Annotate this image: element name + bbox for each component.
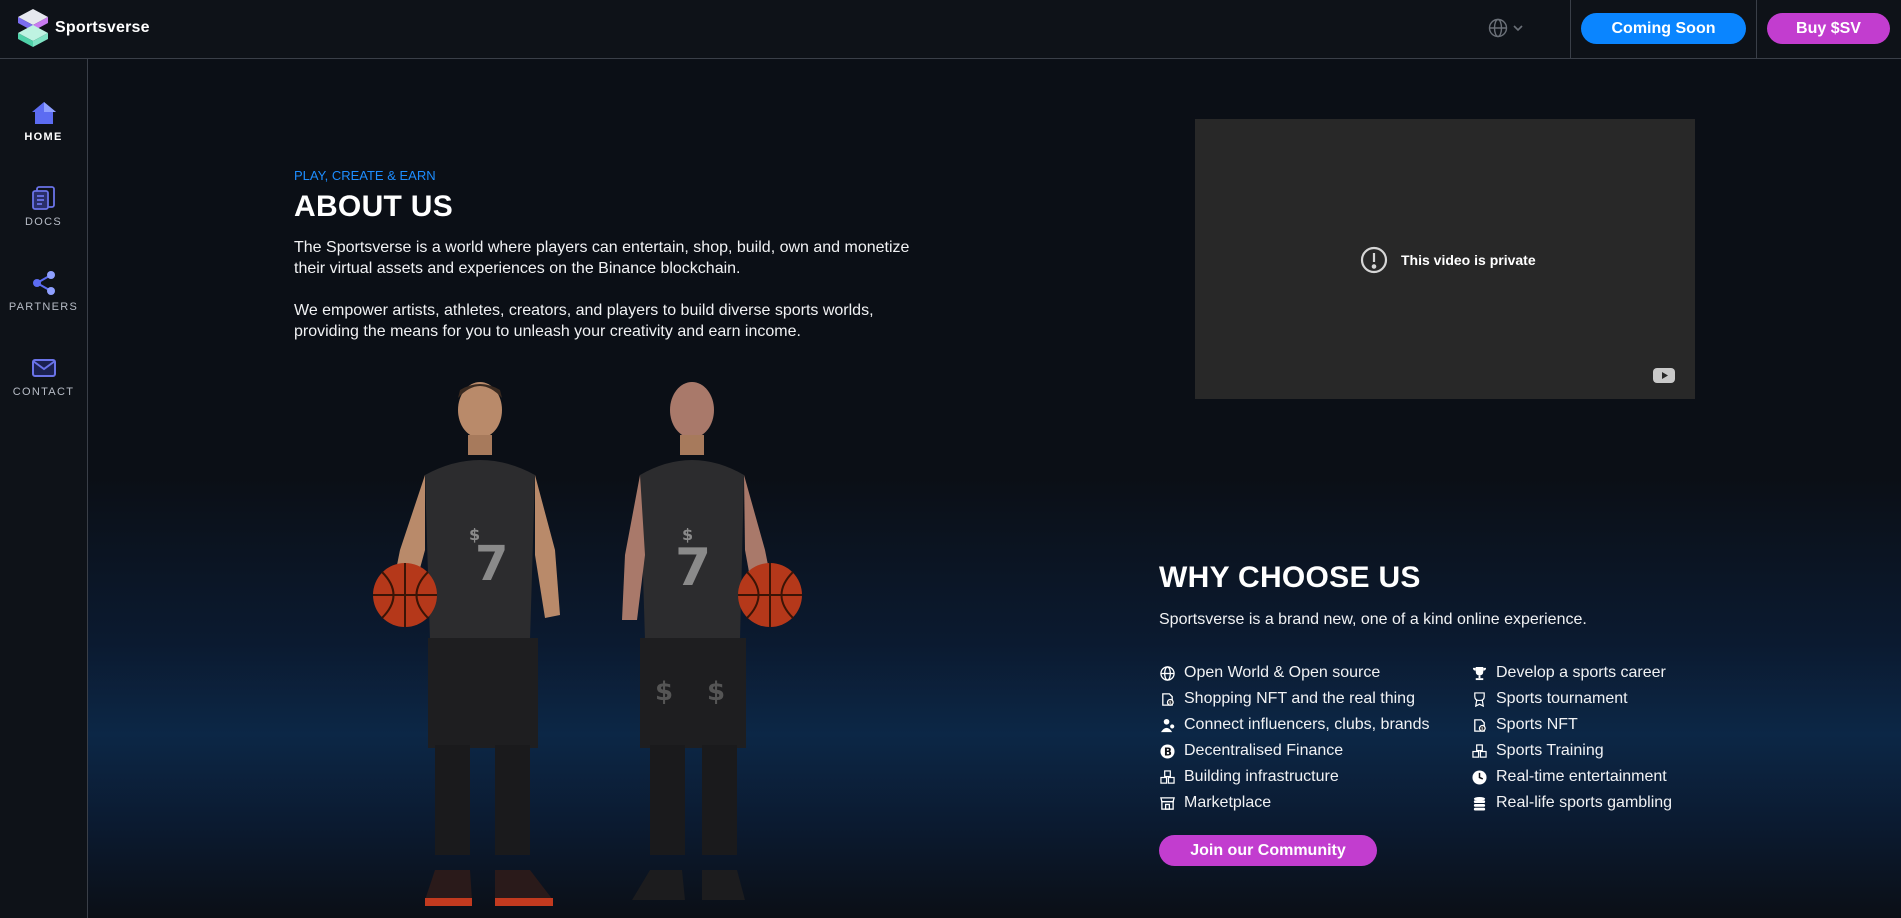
globe-icon <box>1159 665 1175 681</box>
chevron-down-icon <box>1513 25 1523 32</box>
buy-sv-button[interactable]: Buy $SV <box>1767 13 1890 44</box>
feature-item: Open World & Open source <box>1159 660 1459 686</box>
feature-label: Real-time entertainment <box>1496 768 1667 785</box>
nft-icon: $ <box>1471 717 1487 733</box>
feature-item: $ Sports NFT <box>1471 712 1771 738</box>
header-divider <box>1756 0 1757 59</box>
features-right-list: Develop a sports career Sports tournamen… <box>1471 660 1771 816</box>
top-header: Sportsverse Coming Soon Buy $SV <box>0 0 1901 59</box>
trophy-icon <box>1471 665 1487 681</box>
sidebar-item-partners[interactable]: PARTNERS <box>0 269 87 329</box>
alert-icon <box>1360 246 1388 274</box>
sidebar-nav: HOME DOCS PARTNERS CONTACT <box>0 59 88 918</box>
sidebar-item-label: CONTACT <box>12 386 75 398</box>
svg-text:7: 7 <box>675 538 711 598</box>
player-front-image: 7 $ <box>373 382 560 906</box>
feature-label: Decentralised Finance <box>1184 742 1344 759</box>
coins-icon <box>1471 795 1487 811</box>
logo-icon <box>18 9 48 47</box>
sidebar-item-label: DOCS <box>25 216 62 228</box>
feature-item: Sports tournament <box>1471 686 1771 712</box>
svg-text:$: $ <box>682 525 693 544</box>
svg-text:$: $ <box>707 677 725 707</box>
coming-soon-button[interactable]: Coming Soon <box>1581 13 1746 44</box>
features-left-list: Open World & Open source $ Shopping NFT … <box>1159 660 1459 816</box>
mail-icon <box>31 354 57 382</box>
brand-name: Sportsverse <box>55 19 150 36</box>
svg-text:B: B <box>1164 746 1172 758</box>
feature-item: Connect influencers, clubs, brands <box>1159 712 1459 738</box>
feature-item: Real-life sports gambling <box>1471 790 1771 816</box>
docs-icon <box>31 184 57 212</box>
feature-label: Marketplace <box>1184 794 1272 811</box>
feature-label: Connect influencers, clubs, brands <box>1184 716 1430 733</box>
feature-label: Sports NFT <box>1496 716 1578 733</box>
people-icon <box>1159 717 1175 733</box>
sidebar-item-home[interactable]: HOME <box>0 99 87 159</box>
sidebar-item-label: PARTNERS <box>8 301 79 313</box>
players-illustration: 7 $ 7 $ $ $ <box>373 382 802 906</box>
award-icon <box>1471 691 1487 707</box>
join-community-button[interactable]: Join our Community <box>1159 835 1377 866</box>
language-selector[interactable] <box>1488 18 1524 38</box>
feature-label: Develop a sports career <box>1496 664 1666 681</box>
why-subtitle: Sportsverse is a brand new, one of a kin… <box>1159 611 1587 628</box>
feature-label: Real-life sports gambling <box>1496 794 1673 811</box>
video-player[interactable]: This video is private <box>1195 119 1695 399</box>
feature-item: Marketplace <box>1159 790 1459 816</box>
store-icon <box>1159 795 1175 811</box>
svg-text:$: $ <box>1480 726 1483 732</box>
about-paragraph-2: We empower artists, athletes, creators, … <box>294 302 874 340</box>
nft-icon: $ <box>1159 691 1175 707</box>
feature-item: B Decentralised Finance <box>1159 738 1459 764</box>
feature-label: Sports Training <box>1496 742 1604 759</box>
about-paragraph-1: The Sportsverse is a world where players… <box>294 239 910 277</box>
brand-logo[interactable]: Sportsverse <box>17 9 150 47</box>
home-icon <box>31 99 57 127</box>
sidebar-item-contact[interactable]: CONTACT <box>0 354 87 414</box>
bitcoin-icon: B <box>1159 743 1175 759</box>
svg-text:$: $ <box>469 525 480 544</box>
feature-item: Sports Training <box>1471 738 1771 764</box>
svg-text:$: $ <box>1168 700 1171 706</box>
cubes-icon <box>1159 769 1175 785</box>
feature-label: Building infrastructure <box>1184 768 1339 785</box>
cubes-icon <box>1471 743 1487 759</box>
sidebar-item-docs[interactable]: DOCS <box>0 184 87 244</box>
globe-icon <box>1488 18 1508 38</box>
clock-icon <box>1471 769 1487 785</box>
about-eyebrow: PLAY, CREATE & EARN <box>294 168 436 183</box>
share-icon <box>31 269 57 297</box>
svg-text:$: $ <box>655 677 673 707</box>
feature-label: Open World & Open source <box>1184 664 1381 681</box>
feature-item: Building infrastructure <box>1159 764 1459 790</box>
player-back-image: 7 $ $ $ <box>622 382 802 900</box>
feature-item: Real-time entertainment <box>1471 764 1771 790</box>
video-private-text: This video is private <box>1401 252 1536 268</box>
about-title: ABOUT US <box>294 190 454 223</box>
youtube-logo-icon[interactable] <box>1653 368 1675 388</box>
feature-item: Develop a sports career <box>1471 660 1771 686</box>
svg-text:7: 7 <box>475 536 508 592</box>
sidebar-item-label: HOME <box>24 131 63 143</box>
why-title: WHY CHOOSE US <box>1159 561 1421 594</box>
feature-item: $ Shopping NFT and the real thing <box>1159 686 1459 712</box>
feature-label: Shopping NFT and the real thing <box>1184 690 1415 707</box>
feature-label: Sports tournament <box>1496 690 1628 707</box>
header-divider <box>1570 0 1571 59</box>
video-private-message: This video is private <box>1360 246 1536 274</box>
